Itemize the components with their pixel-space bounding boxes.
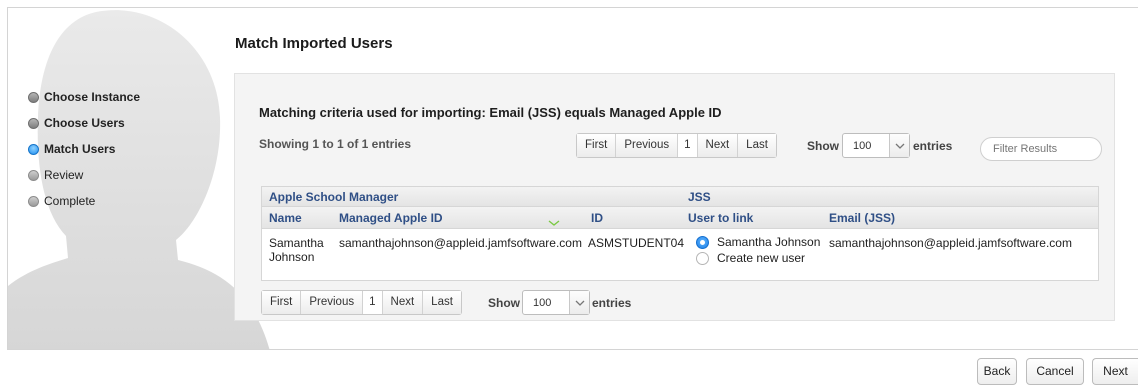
users-table: Apple School Manager JSS Name Managed Ap…: [261, 186, 1099, 281]
table-group-header: Apple School Manager JSS: [262, 187, 1098, 207]
previous-page-button[interactable]: Previous: [616, 134, 679, 157]
entries-label-top: entries: [913, 139, 953, 153]
first-page-button[interactable]: First: [577, 134, 617, 157]
show-label-bottom: Show: [488, 296, 520, 310]
link-option-label: Samantha Johnson: [717, 235, 821, 249]
step-label: Choose Users: [44, 116, 125, 130]
previous-page-button[interactable]: Previous: [301, 291, 364, 314]
link-option-create-new-user[interactable]: Create new user: [696, 251, 805, 265]
step-choose-instance: Choose Instance: [28, 90, 140, 104]
cell-id: ASMSTUDENT04: [588, 236, 685, 250]
cell-managed-apple-id: samanthajohnson@appleid.jamfsoftware.com: [339, 236, 582, 250]
page-length-select-top[interactable]: 100: [842, 133, 910, 158]
next-page-button[interactable]: Next: [382, 291, 424, 314]
step-status-icon: [28, 91, 39, 103]
chevron-down-icon: [569, 291, 589, 314]
page-length-select-bottom[interactable]: 100: [522, 290, 590, 315]
filter-results-input[interactable]: [980, 137, 1102, 161]
step-complete: Complete: [28, 194, 95, 208]
step-status-icon: [28, 195, 39, 207]
group-header-asm: Apple School Manager: [269, 190, 399, 204]
page-title: Match Imported Users: [235, 35, 393, 52]
radio-unselected-icon[interactable]: [696, 251, 709, 265]
cell-email-jss: samanthajohnson@appleid.jamfsoftware.com: [829, 236, 1072, 250]
link-option-label: Create new user: [717, 251, 806, 265]
pagination-top: First Previous 1 Next Last: [576, 133, 777, 158]
last-page-button[interactable]: Last: [738, 134, 776, 157]
step-review: Review: [28, 168, 83, 182]
step-label: Complete: [44, 194, 96, 208]
entries-label-bottom: entries: [592, 296, 632, 310]
step-choose-users: Choose Users: [28, 116, 125, 130]
step-label: Review: [44, 168, 84, 182]
column-header-user-to-link[interactable]: User to link: [688, 211, 753, 225]
step-label: Choose Instance: [44, 90, 141, 104]
chevron-down-icon: [889, 134, 909, 157]
link-option-existing-user[interactable]: Samantha Johnson: [696, 235, 820, 249]
pagination-bottom: First Previous 1 Next Last: [261, 290, 462, 315]
table-column-header: Name Managed Apple ID ID User to link Em…: [262, 207, 1098, 229]
cell-name-first: Samantha: [269, 236, 324, 250]
wizard-frame: Choose Instance Choose Users Match Users…: [7, 7, 1138, 350]
matching-criteria: Matching criteria used for importing: Em…: [259, 105, 722, 120]
page-number-button[interactable]: 1: [363, 291, 383, 314]
entries-info-top: Showing 1 to 1 of 1 entries: [259, 137, 412, 151]
wizard-footer: [0, 351, 1138, 388]
next-page-button[interactable]: Next: [697, 134, 739, 157]
match-panel: Matching criteria used for importing: Em…: [234, 73, 1115, 321]
step-status-icon: [28, 117, 39, 129]
column-header-managed-apple-id[interactable]: Managed Apple ID: [339, 211, 443, 225]
show-label-top: Show: [807, 139, 839, 153]
page-number-button[interactable]: 1: [678, 134, 698, 157]
column-header-email-jss[interactable]: Email (JSS): [829, 211, 895, 225]
sort-chevron-icon[interactable]: [548, 215, 560, 229]
first-page-button[interactable]: First: [262, 291, 302, 314]
group-header-jss: JSS: [688, 190, 711, 204]
radio-selected-icon[interactable]: [696, 235, 709, 249]
step-match-users: Match Users: [28, 142, 115, 156]
next-button[interactable]: Next: [1092, 358, 1138, 385]
column-header-id[interactable]: ID: [591, 211, 603, 225]
last-page-button[interactable]: Last: [423, 291, 461, 314]
cancel-button[interactable]: Cancel: [1026, 358, 1084, 385]
step-status-icon: [28, 169, 39, 181]
page-length-value: 100: [533, 296, 552, 309]
column-header-name[interactable]: Name: [269, 211, 302, 225]
page-length-value: 100: [853, 139, 872, 152]
cell-name-last: Johnson: [269, 250, 315, 264]
step-status-icon: [28, 143, 39, 155]
step-label: Match Users: [44, 142, 116, 156]
back-button[interactable]: Back: [977, 358, 1017, 385]
